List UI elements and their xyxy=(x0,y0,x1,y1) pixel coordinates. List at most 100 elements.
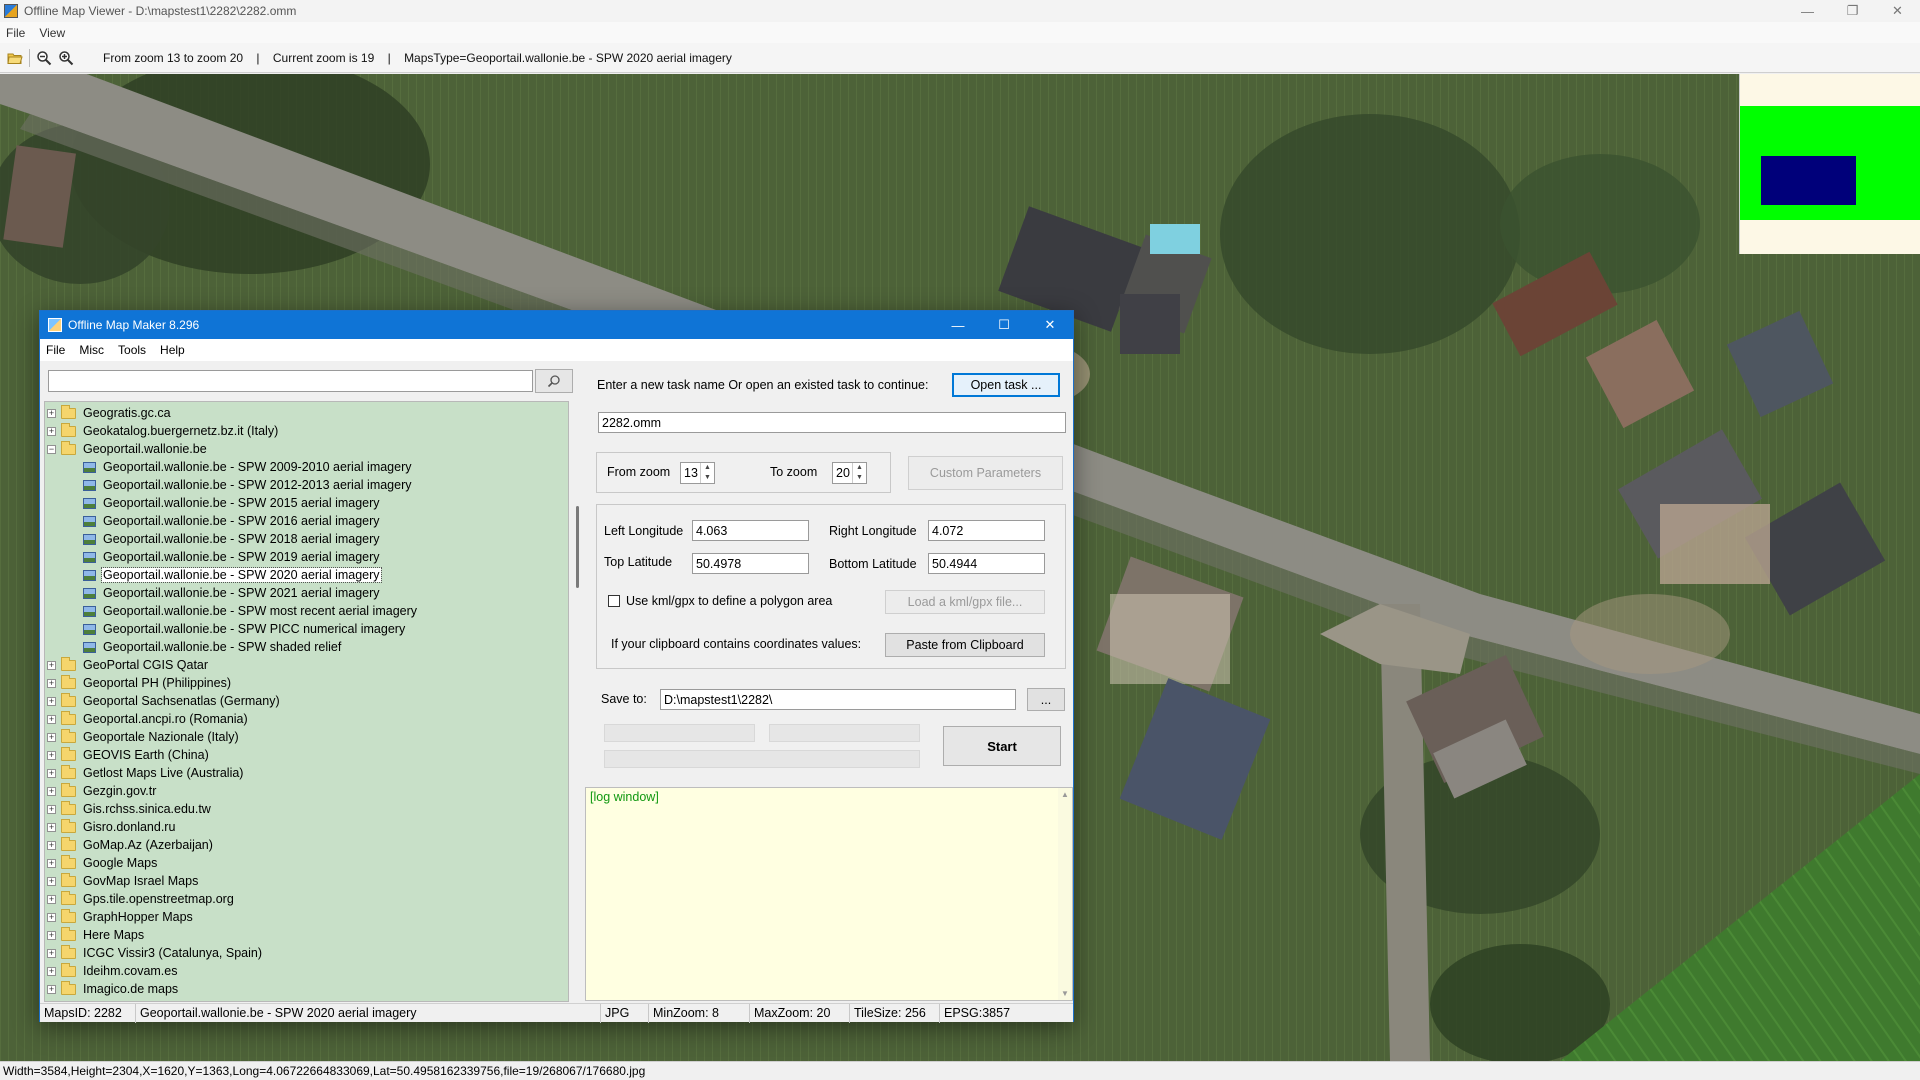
tree-map-item[interactable]: Geoportail.wallonie.be - SPW 2012-2013 a… xyxy=(83,476,413,494)
use-kml-checkbox[interactable] xyxy=(608,595,620,607)
browse-button[interactable]: ... xyxy=(1027,688,1065,711)
spin-up-icon[interactable]: ▲ xyxy=(701,463,714,473)
task-name-input[interactable] xyxy=(598,412,1066,433)
collapse-icon[interactable]: − xyxy=(47,444,56,454)
tree-folder-item[interactable]: + Gps.tile.openstreetmap.org xyxy=(47,890,235,908)
expand-icon[interactable]: + xyxy=(47,786,56,796)
tree-folder-item[interactable]: + Geoportale Nazionale (Italy) xyxy=(47,728,240,746)
save-path-input[interactable] xyxy=(660,689,1016,710)
bottom-latitude-input[interactable] xyxy=(928,553,1045,574)
tree-folder-item[interactable]: + GeoPortal CGIS Qatar xyxy=(47,656,209,674)
spinner-arrows[interactable]: ▲ ▼ xyxy=(852,463,866,483)
tree-map-item[interactable]: Geoportail.wallonie.be - SPW 2018 aerial… xyxy=(83,530,381,548)
expand-icon[interactable]: + xyxy=(47,912,56,922)
scroll-up-icon[interactable]: ▲ xyxy=(1061,790,1069,799)
tree-scrollbar[interactable] xyxy=(571,401,585,1002)
zoom-in-button[interactable] xyxy=(55,47,77,69)
menu-file[interactable]: File xyxy=(6,26,25,40)
search-button[interactable] xyxy=(535,369,573,393)
tree-folder-item[interactable]: + Ideihm.covam.es xyxy=(47,962,178,980)
maximize-button[interactable]: ☐ xyxy=(981,311,1027,339)
left-longitude-input[interactable] xyxy=(692,520,809,541)
tree-map-item[interactable]: Geoportail.wallonie.be - SPW 2009-2010 a… xyxy=(83,458,413,476)
expand-icon[interactable]: + xyxy=(47,984,56,994)
tree-map-item[interactable]: Geoportail.wallonie.be - SPW 2019 aerial… xyxy=(83,548,381,566)
expand-icon[interactable]: + xyxy=(47,822,56,832)
tree-folder-item[interactable]: + Here Maps xyxy=(47,926,145,944)
tree-map-item[interactable]: Geoportail.wallonie.be - SPW 2016 aerial… xyxy=(83,512,381,530)
tree-folder-item[interactable]: + Geokatalog.buergernetz.bz.it (Italy) xyxy=(47,422,279,440)
tree-map-item[interactable]: Geoportail.wallonie.be - SPW 2015 aerial… xyxy=(83,494,381,512)
custom-parameters-button[interactable]: Custom Parameters xyxy=(908,456,1063,490)
scrollbar-thumb[interactable] xyxy=(576,506,579,588)
open-task-button[interactable]: Open task ... xyxy=(952,373,1060,397)
start-button[interactable]: Start xyxy=(943,726,1061,766)
expand-icon[interactable]: + xyxy=(47,876,56,886)
from-zoom-spinner[interactable]: 13 ▲ ▼ xyxy=(680,462,715,484)
minimize-button[interactable]: — xyxy=(1785,0,1830,22)
expand-icon[interactable]: + xyxy=(47,804,56,814)
spinner-arrows[interactable]: ▲ ▼ xyxy=(700,463,714,483)
expand-icon[interactable]: + xyxy=(47,714,56,724)
minimap[interactable] xyxy=(1739,74,1920,254)
tree-folder-item[interactable]: + Geoportal Sachsenatlas (Germany) xyxy=(47,692,281,710)
expand-icon[interactable]: + xyxy=(47,732,56,742)
spin-down-icon[interactable]: ▼ xyxy=(701,473,714,483)
log-window[interactable]: [log window] ▲ ▼ xyxy=(585,787,1073,1001)
tree-folder-item[interactable]: − Geoportail.wallonie.be xyxy=(47,440,208,458)
expand-icon[interactable]: + xyxy=(47,858,56,868)
minimap-viewport[interactable] xyxy=(1761,156,1856,205)
tree-map-item[interactable]: Geoportail.wallonie.be - SPW 2020 aerial… xyxy=(83,566,382,584)
spin-down-icon[interactable]: ▼ xyxy=(853,473,866,483)
tree-folder-item[interactable]: + GraphHopper Maps xyxy=(47,908,194,926)
maps-search-input[interactable] xyxy=(48,370,533,392)
close-button[interactable]: ✕ xyxy=(1875,0,1920,22)
tree-map-item[interactable]: Geoportail.wallonie.be - SPW 2021 aerial… xyxy=(83,584,381,602)
tree-folder-item[interactable]: + GoMap.Az (Azerbaijan) xyxy=(47,836,214,854)
to-zoom-spinner[interactable]: 20 ▲ ▼ xyxy=(832,462,867,484)
expand-icon[interactable]: + xyxy=(47,948,56,958)
expand-icon[interactable]: + xyxy=(47,894,56,904)
expand-icon[interactable]: + xyxy=(47,840,56,850)
log-scrollbar[interactable]: ▲ ▼ xyxy=(1058,788,1072,1000)
menu-view[interactable]: View xyxy=(39,26,65,40)
tree-folder-item[interactable]: + Geoportal PH (Philippines) xyxy=(47,674,232,692)
tree-folder-item[interactable]: + Imagico.de maps xyxy=(47,980,179,998)
expand-icon[interactable]: + xyxy=(47,426,56,436)
tree-folder-item[interactable]: + Gisro.donland.ru xyxy=(47,818,176,836)
tree-folder-item[interactable]: + Getlost Maps Live (Australia) xyxy=(47,764,244,782)
zoom-out-button[interactable] xyxy=(33,47,55,69)
scroll-down-icon[interactable]: ▼ xyxy=(1061,989,1069,998)
tree-folder-item[interactable]: + Google Maps xyxy=(47,854,158,872)
tree-folder-item[interactable]: + Gis.rchss.sinica.edu.tw xyxy=(47,800,212,818)
minimize-button[interactable]: — xyxy=(935,311,981,339)
tree-map-item[interactable]: Geoportail.wallonie.be - SPW shaded reli… xyxy=(83,638,342,656)
tree-folder-item[interactable]: + GovMap Israel Maps xyxy=(47,872,199,890)
expand-icon[interactable]: + xyxy=(47,930,56,940)
expand-icon[interactable]: + xyxy=(47,750,56,760)
tree-folder-item[interactable]: + Geoportal.ancpi.ro (Romania) xyxy=(47,710,249,728)
expand-icon[interactable]: + xyxy=(47,408,56,418)
maps-tree[interactable]: + Geogratis.gc.ca + Geokatalog.buergernetz.… xyxy=(44,401,569,1002)
expand-icon[interactable]: + xyxy=(47,768,56,778)
tree-folder-item[interactable]: + Geogratis.gc.ca xyxy=(47,404,172,422)
right-longitude-input[interactable] xyxy=(928,520,1045,541)
menu-misc[interactable]: Misc xyxy=(79,343,104,357)
open-folder-button[interactable] xyxy=(4,47,26,69)
tree-folder-item[interactable]: + GEOVIS Earth (China) xyxy=(47,746,210,764)
expand-icon[interactable]: + xyxy=(47,696,56,706)
tree-map-item[interactable]: Geoportail.wallonie.be - SPW most recent… xyxy=(83,602,418,620)
tree-folder-item[interactable]: + ICGC Vissir3 (Catalunya, Spain) xyxy=(47,944,263,962)
close-button[interactable]: ✕ xyxy=(1027,311,1073,339)
menu-tools[interactable]: Tools xyxy=(118,343,146,357)
top-latitude-input[interactable] xyxy=(692,553,809,574)
menu-help[interactable]: Help xyxy=(160,343,185,357)
paste-from-clipboard-button[interactable]: Paste from Clipboard xyxy=(885,633,1045,657)
tree-folder-item[interactable]: + Gezgin.gov.tr xyxy=(47,782,157,800)
expand-icon[interactable]: + xyxy=(47,660,56,670)
maximize-button[interactable]: ❐ xyxy=(1830,0,1875,22)
spin-up-icon[interactable]: ▲ xyxy=(853,463,866,473)
tree-map-item[interactable]: Geoportail.wallonie.be - SPW PICC numeri… xyxy=(83,620,406,638)
expand-icon[interactable]: + xyxy=(47,678,56,688)
menu-file[interactable]: File xyxy=(46,343,65,357)
